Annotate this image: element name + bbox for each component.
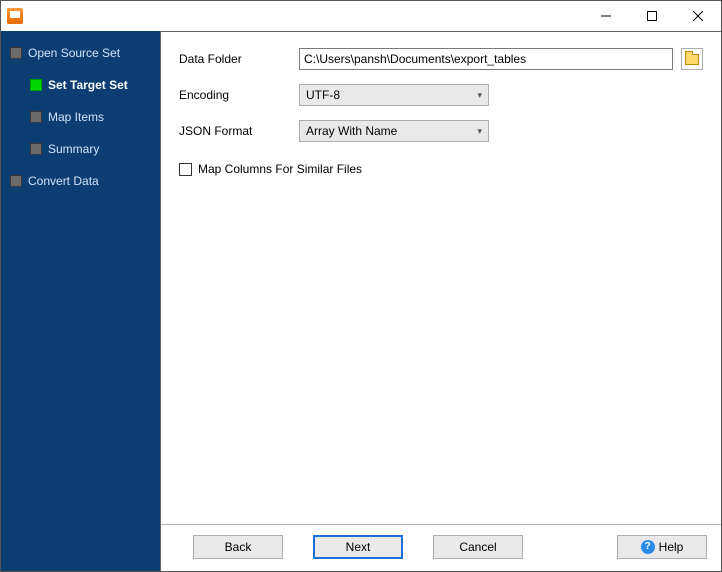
app-icon <box>7 8 23 24</box>
next-label: Next <box>346 540 371 554</box>
back-label: Back <box>225 540 252 554</box>
wizard-sidebar: Open Source Set Set Target Set Map Items… <box>1 31 160 571</box>
step-bullet-icon <box>10 47 22 59</box>
titlebar-left <box>7 8 29 24</box>
cancel-label: Cancel <box>459 540 496 554</box>
step-bullet-icon <box>30 111 42 123</box>
chevron-down-icon: ▾ <box>477 126 482 137</box>
nav-label: Open Source Set <box>28 46 120 60</box>
map-columns-checkbox[interactable] <box>179 163 192 176</box>
nav-label: Summary <box>48 142 99 156</box>
back-button[interactable]: Back <box>193 535 283 559</box>
next-button[interactable]: Next <box>313 535 403 559</box>
content-panel: Data Folder Encoding UTF-8 ▾ JSON Format <box>160 31 721 571</box>
step-bullet-active-icon <box>30 79 42 91</box>
nav-set-target-set[interactable]: Set Target Set <box>1 75 160 95</box>
encoding-label: Encoding <box>179 88 299 102</box>
nav-summary[interactable]: Summary <box>1 139 160 159</box>
row-encoding: Encoding UTF-8 ▾ <box>179 84 703 106</box>
json-format-select[interactable]: Array With Name ▾ <box>299 120 489 142</box>
maximize-button[interactable] <box>629 1 675 31</box>
help-label: Help <box>659 540 684 554</box>
map-columns-label: Map Columns For Similar Files <box>198 162 362 176</box>
button-bar: Back Next Cancel ? Help <box>161 524 721 571</box>
form-area: Data Folder Encoding UTF-8 ▾ JSON Format <box>161 32 721 524</box>
help-button[interactable]: ? Help <box>617 535 707 559</box>
json-format-value: Array With Name <box>306 124 397 138</box>
minimize-icon <box>601 11 611 21</box>
nav-label: Map Items <box>48 110 104 124</box>
wizard-window: Open Source Set Set Target Set Map Items… <box>0 0 722 572</box>
window-controls <box>583 1 721 31</box>
minimize-button[interactable] <box>583 1 629 31</box>
chevron-down-icon: ▾ <box>477 90 482 101</box>
encoding-select[interactable]: UTF-8 ▾ <box>299 84 489 106</box>
data-folder-label: Data Folder <box>179 52 299 66</box>
nav-label: Set Target Set <box>48 78 128 92</box>
browse-folder-button[interactable] <box>681 48 703 70</box>
body: Open Source Set Set Target Set Map Items… <box>1 31 721 571</box>
close-button[interactable] <box>675 1 721 31</box>
close-icon <box>693 11 703 21</box>
cancel-button[interactable]: Cancel <box>433 535 523 559</box>
help-icon: ? <box>641 540 655 554</box>
row-map-columns[interactable]: Map Columns For Similar Files <box>179 162 703 176</box>
encoding-value: UTF-8 <box>306 88 340 102</box>
titlebar <box>1 1 721 31</box>
step-bullet-icon <box>30 143 42 155</box>
json-format-label: JSON Format <box>179 124 299 138</box>
row-data-folder: Data Folder <box>179 48 703 70</box>
step-bullet-icon <box>10 175 22 187</box>
nav-open-source-set[interactable]: Open Source Set <box>1 43 160 63</box>
maximize-icon <box>647 11 657 21</box>
data-folder-input[interactable] <box>299 48 673 70</box>
folder-icon <box>685 54 699 65</box>
row-json-format: JSON Format Array With Name ▾ <box>179 120 703 142</box>
nav-map-items[interactable]: Map Items <box>1 107 160 127</box>
nav-label: Convert Data <box>28 174 99 188</box>
nav-convert-data[interactable]: Convert Data <box>1 171 160 191</box>
